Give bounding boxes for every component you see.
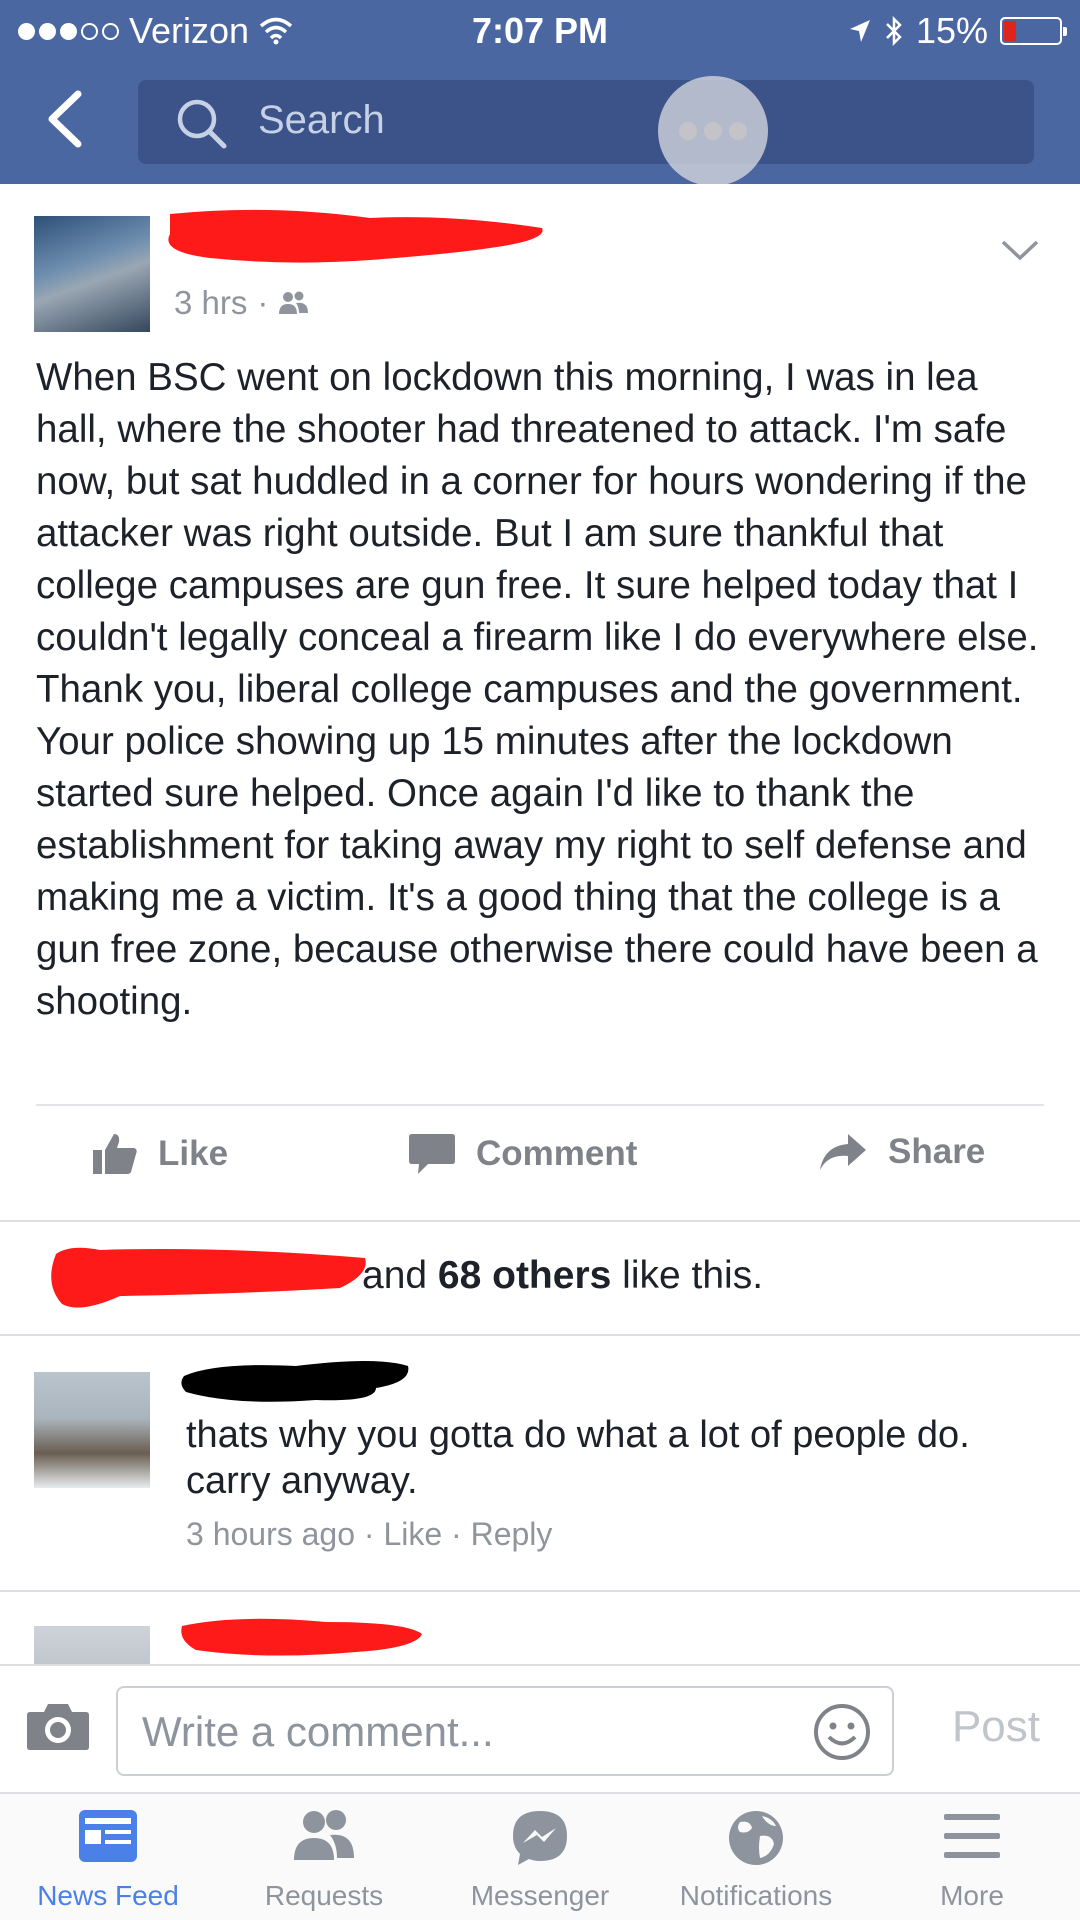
post-body: When BSC went on lockdown this morning, … [36,356,1039,1023]
comment-text: thats why you gotta do what a lot of peo… [186,1414,970,1502]
divider [36,1104,1044,1106]
comment-composer: Write a comment... Post [0,1664,1080,1792]
redacted-liker-name [51,1247,366,1308]
comment-bubble-icon [409,1134,455,1174]
tab-label: Messenger [470,1880,610,1911]
battery-icon [1000,17,1067,45]
post-button[interactable]: Post [952,1702,1040,1752]
search-icon [177,99,227,149]
thumbs-up-icon [93,1134,137,1174]
comment-placeholder: Write a comment... [142,1708,494,1755]
tab-more[interactable]: More [864,1794,1080,1920]
chevron-down-icon[interactable] [1000,238,1040,262]
post-meta: 3 hrs · [174,284,310,322]
tab-label: Notifications [679,1880,833,1911]
share-arrow-icon [820,1134,866,1170]
meta-dot: · [363,1516,384,1552]
messenger-icon [513,1811,567,1865]
like-label: Like [158,1134,229,1173]
tab-label: More [940,1880,1004,1911]
likes-summary[interactable]: and 68 others like this. [0,1222,1080,1336]
meta-dot: · [451,1516,471,1552]
post-timestamp[interactable]: 3 hrs [174,284,247,322]
likes-prefix: and [362,1254,438,1297]
emoji-icon[interactable] [812,1702,872,1762]
tab-bar: News Feed Requests Messenger Notificatio… [0,1792,1080,1920]
tab-requests[interactable]: Requests [216,1794,432,1920]
redacted-commenter-name [181,1618,422,1656]
likes-text: and 68 others like this. [362,1254,763,1298]
comment-item: thats why you gotta do what a lot of peo… [0,1336,1080,1590]
comment-avatar[interactable] [34,1626,150,1664]
globe-icon [729,1811,783,1865]
post-actions: Like Comment Share [0,1122,1080,1212]
bluetooth-icon [886,15,902,47]
search-input[interactable]: Search [138,80,1034,164]
top-bar: Verizon 7:07 PM 15% Search [0,0,1080,186]
redacted-commenter-name [181,1361,409,1402]
comment-reply-link[interactable]: Reply [471,1516,553,1552]
tab-notifications[interactable]: Notifications [648,1794,864,1920]
friends-icon [279,291,309,314]
share-button[interactable]: Share [818,1132,985,1172]
camera-icon[interactable] [26,1700,90,1752]
status-right: 15% [848,10,1067,52]
comment-time: 3 hours ago [186,1516,356,1552]
comment-item [0,1592,1080,1664]
like-button[interactable]: Like [92,1132,228,1176]
meta-dot: · [257,284,269,321]
news-feed-icon [79,1810,137,1862]
redacted-author-name [168,209,543,263]
likes-suffix: like this. [611,1254,764,1297]
back-arrow-icon[interactable] [40,88,90,150]
menu-icon [944,1814,1000,1858]
share-label: Share [888,1132,986,1171]
comment-label: Comment [476,1134,638,1173]
likes-count[interactable]: 68 others [438,1254,611,1297]
comment-meta: 3 hours ago · Like · Reply [186,1516,552,1553]
friend-requests-icon [294,1810,354,1860]
avatar[interactable] [34,216,150,332]
comment-button[interactable]: Comment [408,1132,637,1176]
tab-label: News Feed [37,1880,179,1911]
status-bar: Verizon 7:07 PM 15% [0,0,1080,62]
comment-input[interactable]: Write a comment... [116,1686,894,1776]
search-placeholder: Search [258,98,385,142]
more-options-icon[interactable] [658,76,768,186]
tab-messenger[interactable]: Messenger [432,1794,648,1920]
feed-post: 3 hrs · When BSC went on lockdown this m… [0,184,1080,1224]
tab-news-feed[interactable]: News Feed [0,1794,216,1920]
tab-label: Requests [264,1880,384,1911]
location-arrow-icon [849,20,870,42]
battery-percent: 15% [915,10,988,51]
comment-like-link[interactable]: Like [383,1516,442,1552]
comment-avatar[interactable] [34,1372,150,1488]
